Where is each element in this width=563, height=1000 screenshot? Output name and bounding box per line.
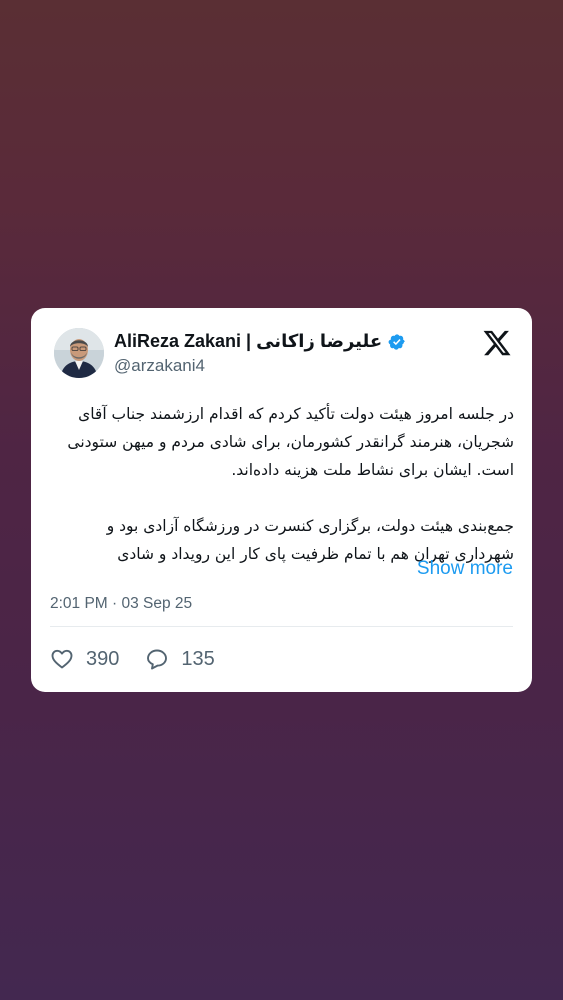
- reply-button[interactable]: 135: [145, 647, 215, 671]
- author-handle[interactable]: @arzakani4: [114, 356, 205, 376]
- comment-icon: [147, 649, 168, 670]
- like-count: 390: [86, 647, 120, 670]
- reply-count: 135: [181, 647, 215, 670]
- like-button[interactable]: 390: [50, 647, 119, 671]
- author-row: AliReza Zakani | علیرضا زاکانی: [114, 331, 406, 352]
- avatar-photo: [54, 328, 104, 378]
- divider: [50, 626, 513, 627]
- x-logo-icon[interactable]: [482, 328, 512, 358]
- author-name[interactable]: AliReza Zakani | علیرضا زاکانی: [114, 331, 382, 352]
- verified-badge-icon: [388, 333, 405, 350]
- avatar[interactable]: [54, 328, 104, 378]
- tweet-text: در جلسه امروز هیئت دولت تأکید کردم که اق…: [49, 400, 514, 568]
- tweet-timestamp[interactable]: 2:01 PM · 03 Sep 25: [50, 595, 192, 613]
- show-more-link[interactable]: Show more: [417, 558, 513, 580]
- tweet-paragraph-1: در جلسه امروز هیئت دولت تأکید کردم که اق…: [67, 405, 514, 479]
- tweet-actions: 390 135: [50, 647, 241, 671]
- tweet-card: AliReza Zakani | علیرضا زاکانی @arzakani…: [31, 308, 532, 692]
- heart-icon: [51, 649, 73, 669]
